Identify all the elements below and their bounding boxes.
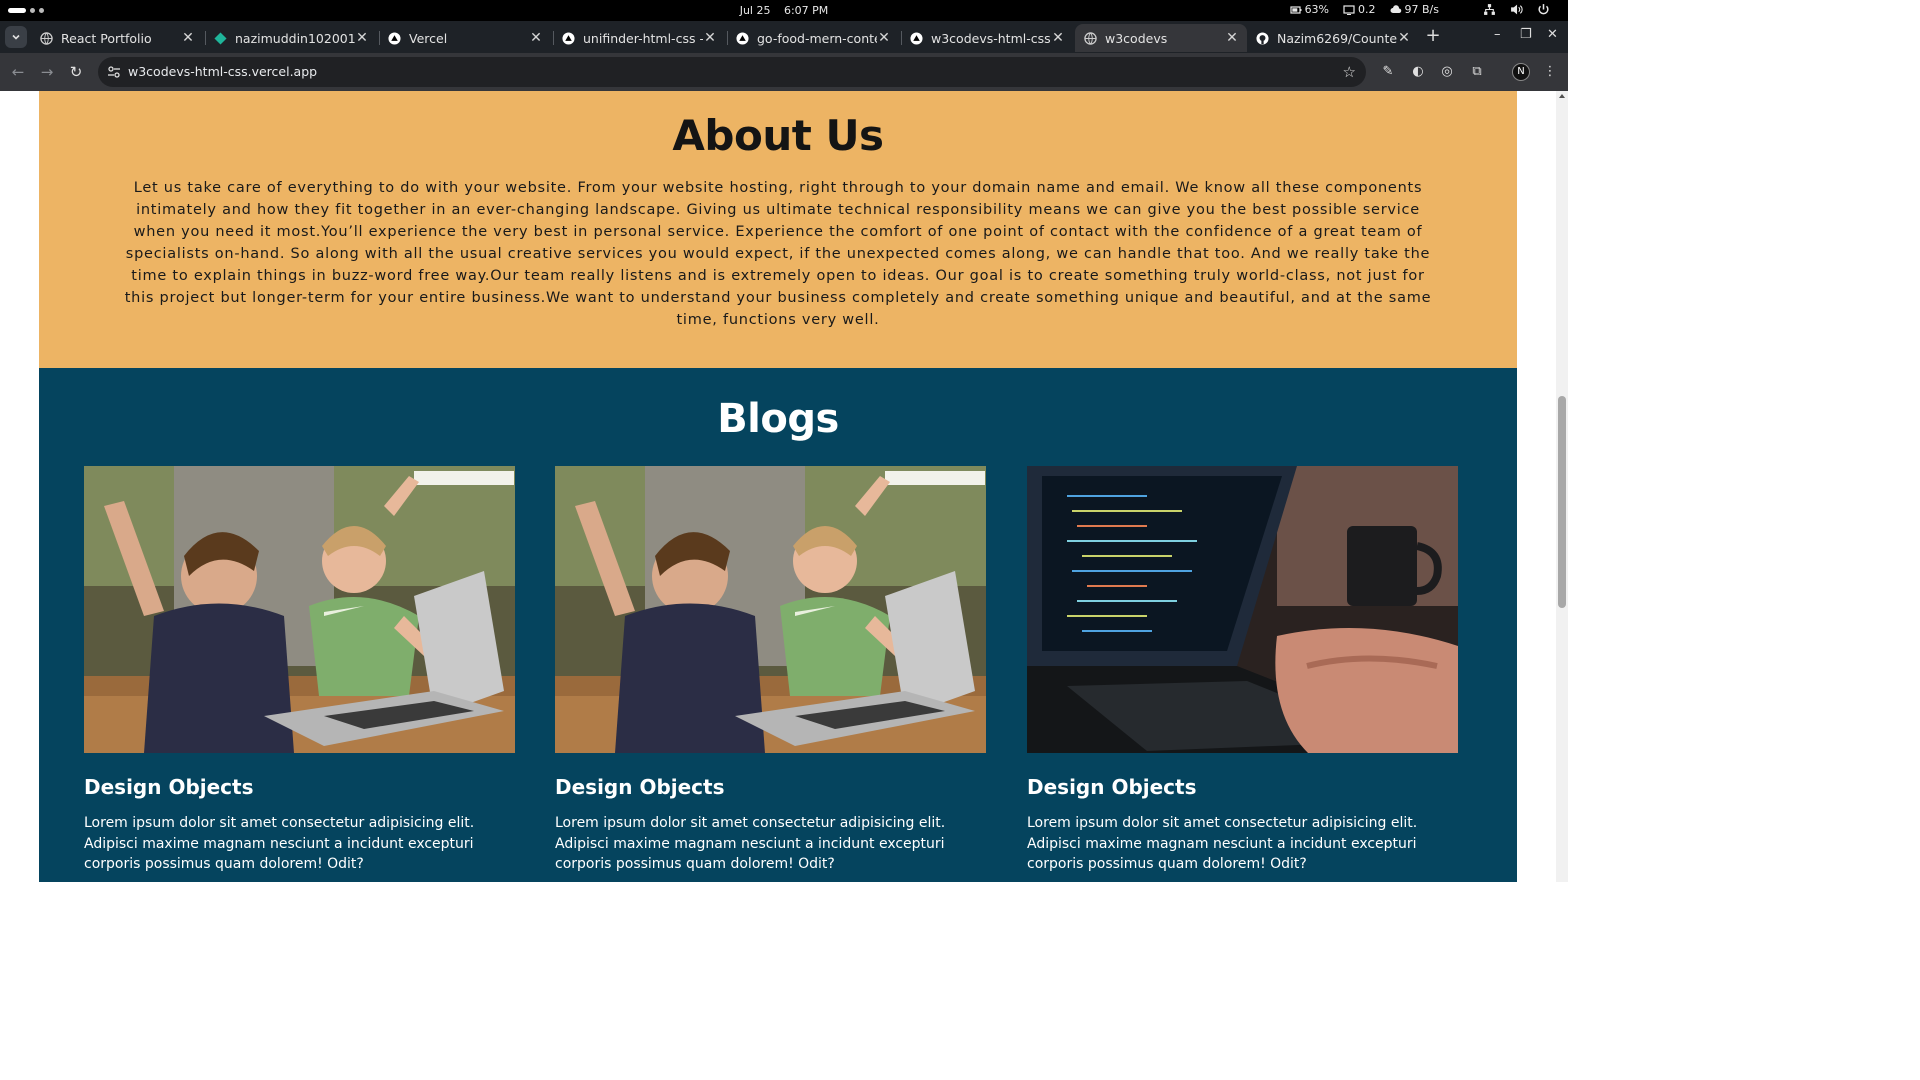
forward-button[interactable]: → [37,62,57,82]
kids-laptop-photo [555,466,986,753]
scroll-up-arrow-icon[interactable] [1559,94,1565,98]
kids-laptop-photo [84,466,515,753]
blog-card[interactable]: Design Objects Lorem ipsum dolor sit ame… [555,466,986,875]
volume-icon[interactable] [1510,3,1523,16]
globe-icon [39,31,53,45]
tab-title: unifinder-html-css - ( [583,30,703,46]
coding-laptop-photo [1027,466,1458,753]
os-top-bar: Jul 25 6:07 PM 63% 0.2 97 B/s [0,0,1568,21]
blog-card[interactable]: Design Objects Lorem ipsum dolor sit ame… [84,466,515,875]
about-section: About Us Let us take care of everything … [39,91,1517,368]
bookmark-star-icon[interactable]: ☆ [1343,63,1356,81]
clock-time: 6:07 PM [783,4,829,17]
battery-icon [1289,5,1302,14]
url-text: w3codevs-html-css.vercel.app [128,64,318,79]
browser-tab[interactable]: nazimuddin102001 | ✕ [205,24,377,52]
tab-title: React Portfolio [61,30,152,46]
clock-date: Jul 25 [739,4,771,17]
close-icon[interactable]: ✕ [1397,30,1411,46]
monitor-icon [1343,4,1355,15]
vercel-triangle-icon [735,31,749,45]
battery-indicator[interactable]: 63% [1289,3,1330,16]
dark-mode-icon[interactable]: ◐ [1409,63,1427,81]
cpu-load: 0.2 [1358,3,1376,16]
tab-title: Vercel [409,30,448,46]
globe-icon [1083,31,1097,45]
close-icon[interactable]: ✕ [1225,30,1239,46]
power-icon[interactable] [1537,3,1550,16]
about-heading: About Us [672,111,884,160]
more-menu-icon[interactable]: ⋮ [1541,63,1559,81]
system-tray: 63% 0.2 97 B/s [1289,3,1550,16]
blogs-heading: Blogs [717,396,839,442]
minimize-icon[interactable]: – [1494,27,1501,42]
page-scrollbar[interactable] [1556,91,1568,882]
restore-icon[interactable]: ❐ [1520,27,1532,42]
tab-title: Nazim6269/Counter [1277,30,1397,46]
eyedropper-icon[interactable]: ✎ [1379,63,1397,81]
new-tab-button[interactable]: + [1423,26,1443,48]
site-settings-icon[interactable] [107,65,121,79]
network-topology-icon[interactable] [1483,3,1496,16]
close-icon[interactable]: ✕ [355,30,369,46]
about-body-text: Let us take care of everything to do wit… [124,180,1432,328]
blog-card-text: Lorem ipsum dolor sit amet consectetur a… [555,815,946,872]
close-window-icon[interactable]: ✕ [1547,27,1558,42]
browser-toolbar: ← → ↻ w3codevs-html-css.vercel.app ☆ ✎ ◐… [0,53,1568,91]
network-speed: 97 B/s [1404,3,1439,16]
tab-title: go-food-mern-conte [757,30,877,46]
scrollbar-thumb[interactable] [1558,396,1566,608]
browser-tab[interactable]: w3codevs-html-css - ✕ [901,24,1073,52]
chevron-down-icon [12,34,20,40]
close-icon[interactable]: ✕ [703,30,717,46]
diamond-icon [213,31,227,45]
browser-tab[interactable]: Vercel ✕ [379,24,551,52]
tab-title: w3codevs-html-css - [931,30,1051,46]
page-viewport: About Us Let us take care of everything … [0,91,1556,882]
profile-avatar[interactable]: N [1512,63,1530,81]
blog-card-title[interactable]: Design Objects [84,775,515,799]
battery-percent: 63% [1304,3,1330,16]
blog-card-title[interactable]: Design Objects [1027,775,1458,799]
blogs-section: Blogs Design Objects Lorem ipsum dolor s… [39,368,1517,882]
blog-card-title[interactable]: Design Objects [555,775,986,799]
extensions-puzzle-icon[interactable]: ⧉ [1468,63,1486,81]
cloud-upload-icon [1390,4,1401,13]
vercel-triangle-icon [909,31,923,45]
reload-button[interactable]: ↻ [66,62,86,82]
close-icon[interactable]: ✕ [877,30,891,46]
browser-tab-strip: React Portfolio ✕ nazimuddin102001 | ✕ V… [0,21,1568,53]
browser-tab-active[interactable]: w3codevs ✕ [1075,24,1247,52]
github-icon [1255,31,1269,45]
browser-tab[interactable]: go-food-mern-conte ✕ [727,24,899,52]
tab-search-button[interactable] [5,26,27,48]
browser-tab[interactable]: unifinder-html-css - ( ✕ [553,24,725,52]
browser-tab[interactable]: React Portfolio ✕ [31,24,203,52]
vercel-triangle-icon [387,31,401,45]
cpu-indicator[interactable]: 0.2 [1343,3,1376,16]
blog-card-text: Lorem ipsum dolor sit amet consectetur a… [1027,815,1418,872]
close-icon[interactable]: ✕ [529,30,543,46]
address-bar[interactable]: w3codevs-html-css.vercel.app ☆ [98,57,1366,87]
browser-tab[interactable]: Nazim6269/Counter ✕ [1247,24,1419,52]
vercel-triangle-icon [561,31,575,45]
tab-title: nazimuddin102001 | [235,30,355,46]
close-icon[interactable]: ✕ [181,30,195,46]
blog-card-text: Lorem ipsum dolor sit amet consectetur a… [84,815,475,872]
tab-title: w3codevs [1105,30,1168,46]
back-button[interactable]: ← [8,62,28,82]
blog-card[interactable]: Design Objects Lorem ipsum dolor sit ame… [1027,466,1458,875]
target-icon[interactable]: ◎ [1438,63,1456,81]
network-indicator[interactable]: 97 B/s [1390,3,1439,16]
close-icon[interactable]: ✕ [1051,30,1065,46]
